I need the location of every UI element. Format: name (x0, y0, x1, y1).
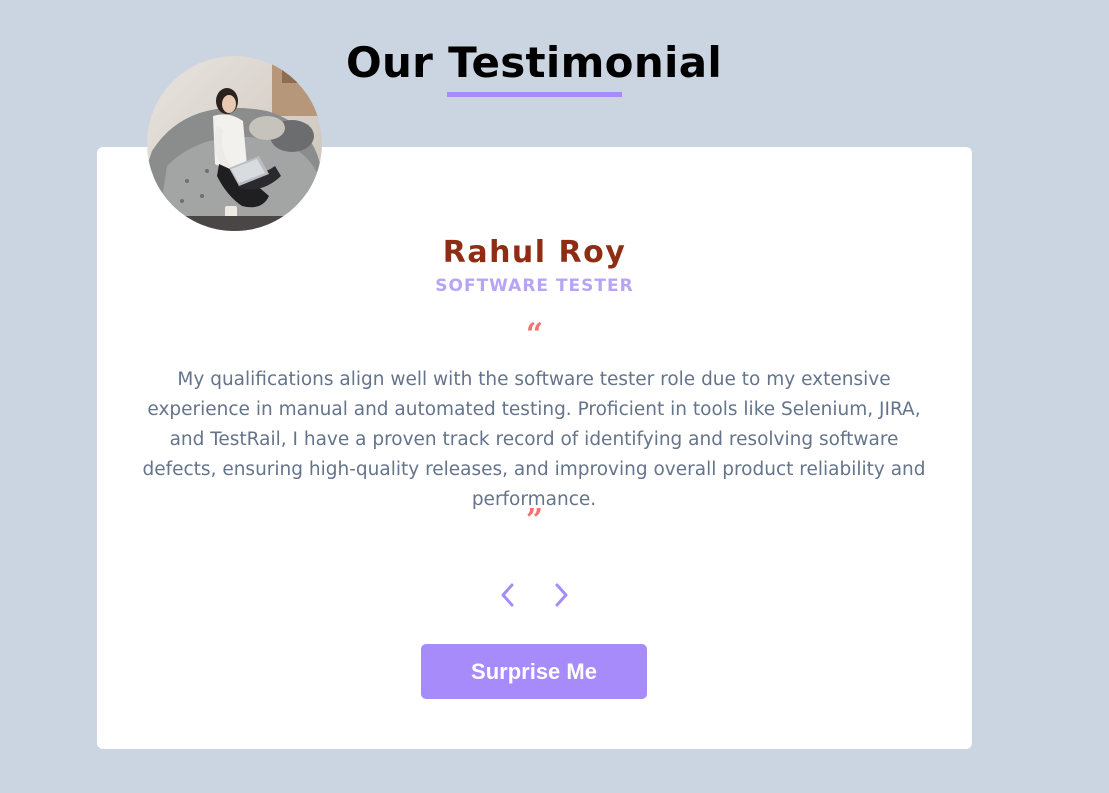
person-role: SOFTWARE TESTER (435, 276, 634, 296)
person-name: Rahul Roy (442, 235, 627, 270)
prev-button[interactable] (493, 580, 523, 610)
testimonial-text: My qualifications align well with the so… (142, 369, 926, 510)
title-underline (447, 92, 622, 97)
chevron-left-icon (501, 583, 514, 607)
quote-open-icon: “ (525, 317, 544, 352)
surprise-me-button[interactable]: Surprise Me (421, 644, 647, 699)
avatar-image (147, 56, 322, 231)
quote-close-icon: ” (525, 503, 544, 538)
chevron-right-icon (555, 583, 568, 607)
next-button[interactable] (546, 580, 576, 610)
avatar (147, 56, 322, 231)
page-title: Our Testimonial (345, 38, 723, 87)
